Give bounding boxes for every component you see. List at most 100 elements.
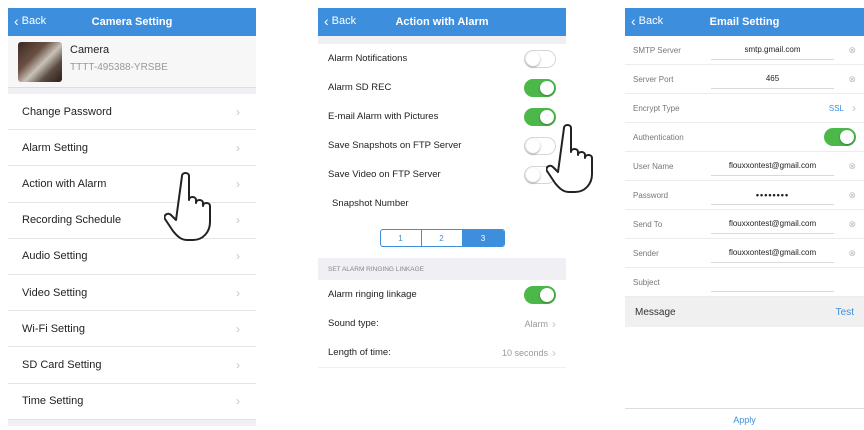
menu-item-label: Time Setting <box>22 395 84 408</box>
navbar: ‹ Back Camera Setting <box>8 8 256 36</box>
field-sender: Sender flouxxontest@gmail.com ⊗ <box>625 239 864 268</box>
camera-thumbnail <box>18 42 62 82</box>
chevron-right-icon: › <box>236 140 240 155</box>
field-label: Send To <box>633 219 663 229</box>
menu-item-time-setting[interactable]: Time Setting › <box>8 384 256 420</box>
toggle-alarm-ringing-linkage[interactable] <box>524 285 556 304</box>
server-port-input[interactable]: 465 <box>711 69 834 89</box>
field-user-name: User Name flouxxontest@gmail.com ⊗ <box>625 152 864 181</box>
clear-icon[interactable]: ⊗ <box>834 74 856 85</box>
user-name-input[interactable]: flouxxontest@gmail.com <box>711 156 834 176</box>
toggle-email-alarm[interactable] <box>524 107 556 126</box>
navbar: ‹ Back Email Setting <box>625 8 864 36</box>
field-send-to: Send To flouxxontest@gmail.com ⊗ <box>625 210 864 239</box>
value-text: Alarm <box>524 318 548 329</box>
chevron-right-icon: › <box>236 394 240 409</box>
menu-item-audio-setting[interactable]: Audio Setting › <box>8 239 256 275</box>
menu-item-video-setting[interactable]: Video Setting › <box>8 275 256 312</box>
field-smtp-server: SMTP Server smtp.gmail.com ⊗ <box>625 36 864 65</box>
chevron-right-icon: › <box>236 321 240 336</box>
action-with-alarm-screen: ‹ Back Action with Alarm Alarm Notificat… <box>318 8 566 368</box>
section-header: SET ALARM RINGING LINKAGE <box>328 266 424 273</box>
page-title: Camera Setting <box>91 16 173 28</box>
clear-icon[interactable]: ⊗ <box>834 219 856 230</box>
sound-type-value: Alarm › <box>524 317 556 331</box>
row-email-alarm: E-mail Alarm with Pictures <box>318 102 566 131</box>
menu-item-label: Action with Alarm <box>22 177 107 190</box>
menu-item-label: Change Password <box>22 105 112 118</box>
field-label: Subject <box>633 277 660 287</box>
clear-icon[interactable]: ⊗ <box>834 190 856 201</box>
settings-menu: Change Password › Alarm Setting › Action w… <box>8 94 256 420</box>
hand-pointer-icon <box>164 172 211 241</box>
clear-icon[interactable]: ⊗ <box>834 161 856 172</box>
menu-item-change-password[interactable]: Change Password › <box>8 94 256 131</box>
snapshot-segment-row: 1 2 3 <box>318 218 566 258</box>
field-label: Authentication <box>633 132 684 142</box>
message-body[interactable] <box>625 327 864 417</box>
menu-item-label: Alarm Setting <box>22 141 89 154</box>
field-label: SMTP Server <box>633 45 681 55</box>
field-label: Password <box>633 190 669 200</box>
toggle-authentication[interactable] <box>824 128 856 146</box>
menu-item-alarm-setting[interactable]: Alarm Setting › <box>8 130 256 167</box>
row-alarm-sd-rec: Alarm SD REC <box>318 73 566 102</box>
length-value: 10 seconds › <box>502 346 556 360</box>
field-authentication: Authentication <box>625 123 864 152</box>
row-label: Alarm ringing linkage <box>328 289 417 300</box>
row-alarm-ringing-linkage: Alarm ringing linkage <box>318 280 566 309</box>
email-setting-screen: ‹ Back Email Setting SMTP Server smtp.gm… <box>625 8 864 430</box>
segment-2[interactable]: 2 <box>422 230 463 246</box>
clear-icon[interactable]: ⊗ <box>834 45 856 56</box>
field-label: Encrypt Type <box>633 103 680 113</box>
row-label: Save Video on FTP Server <box>328 169 441 180</box>
menu-item-wifi-setting[interactable]: Wi-Fi Setting › <box>8 311 256 348</box>
chevron-right-icon: › <box>236 249 240 264</box>
camera-name: Camera <box>70 44 110 56</box>
row-save-video-ftp: Save Video on FTP Server <box>318 160 566 189</box>
row-sound-type[interactable]: Sound type: Alarm › <box>318 309 566 338</box>
field-server-port: Server Port 465 ⊗ <box>625 65 864 94</box>
encrypt-type-value: SSL <box>828 103 844 113</box>
page-title: Action with Alarm <box>395 16 489 28</box>
field-encrypt-type[interactable]: Encrypt Type SSL › <box>625 94 864 123</box>
segment-1[interactable]: 1 <box>381 230 422 246</box>
chevron-right-icon: › <box>236 104 240 119</box>
row-label: Alarm SD REC <box>328 82 392 93</box>
row-label: Snapshot Number <box>332 198 409 209</box>
hand-pointer-icon <box>546 124 593 193</box>
row-snapshot-number: Snapshot Number <box>318 189 566 218</box>
smtp-server-input[interactable]: smtp.gmail.com <box>711 40 834 60</box>
chevron-right-icon: › <box>236 176 240 191</box>
chevron-right-icon: › <box>236 357 240 372</box>
chevron-right-icon: › <box>552 316 556 331</box>
password-input[interactable]: •••••••• <box>711 185 834 205</box>
clear-icon[interactable]: ⊗ <box>834 248 856 259</box>
toggle-alarm-sd-rec[interactable] <box>524 78 556 97</box>
value-text: 10 seconds <box>501 347 548 358</box>
row-save-snapshots-ftp: Save Snapshots on FTP Server <box>318 131 566 160</box>
row-length-of-time[interactable]: Length of time: 10 seconds › <box>318 338 566 367</box>
row-label: Alarm Notifications <box>328 53 408 64</box>
field-label: User Name <box>633 161 674 171</box>
message-row: Message Test <box>625 297 864 327</box>
row-label: E-mail Alarm with Pictures <box>328 111 439 122</box>
row-alarm-notifications: Alarm Notifications <box>318 44 566 73</box>
send-to-input[interactable]: flouxxontest@gmail.com <box>711 214 834 234</box>
camera-uid: TTTT-495388-YRSBE <box>70 62 168 73</box>
menu-item-label: Audio Setting <box>22 250 88 263</box>
apply-button[interactable]: Apply <box>625 408 864 430</box>
menu-item-label: Recording Schedule <box>22 214 122 227</box>
sender-input[interactable]: flouxxontest@gmail.com <box>711 243 834 263</box>
toggle-alarm-notifications[interactable] <box>524 49 556 68</box>
row-label: Sound type: <box>328 318 379 329</box>
menu-item-sd-card-setting[interactable]: SD Card Setting › <box>8 347 256 384</box>
subject-input[interactable] <box>711 272 834 292</box>
snapshot-segmented-control: 1 2 3 <box>379 229 505 247</box>
camera-header: Camera TTTT-495388-YRSBE <box>8 36 256 88</box>
page-title: Email Setting <box>709 16 780 28</box>
menu-item-label: Video Setting <box>22 286 88 299</box>
segment-3[interactable]: 3 <box>462 230 504 246</box>
message-label: Message <box>635 306 676 318</box>
test-button[interactable]: Test <box>836 307 854 318</box>
